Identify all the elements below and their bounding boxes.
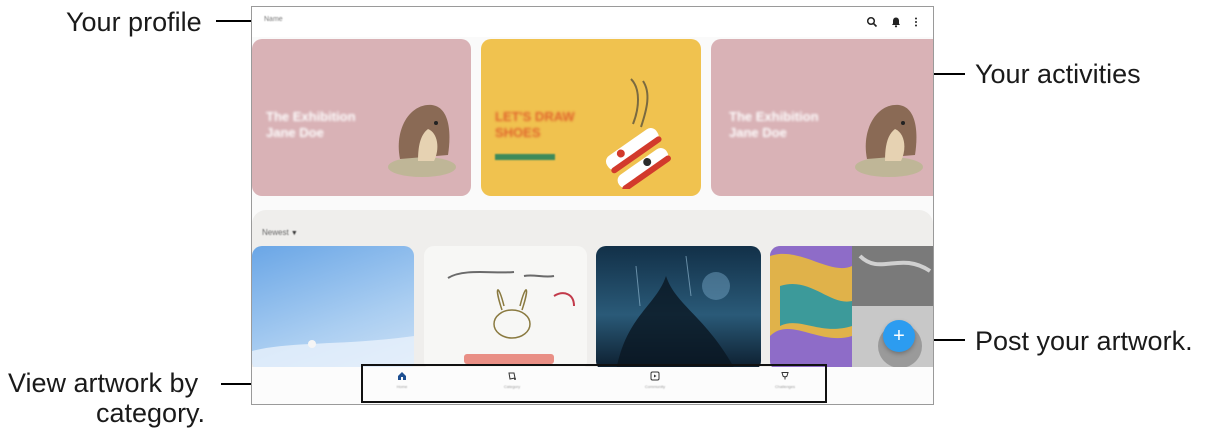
artwork-tile-sky[interactable] xyxy=(252,246,414,371)
caret-down-icon: ▼ xyxy=(290,230,298,237)
top-bar: Name xyxy=(252,7,933,37)
more-options-icon[interactable] xyxy=(910,15,922,27)
callout-post-artwork: Post your artwork. xyxy=(975,326,1193,356)
night-artwork xyxy=(616,255,736,371)
artwork-tile-night[interactable] xyxy=(596,246,761,371)
banner-title: The Exhibition Jane Doe xyxy=(266,109,356,140)
abstract-artwork xyxy=(770,246,933,371)
banner-button-bar xyxy=(495,154,555,160)
banner-draw-shoes[interactable]: LET'S DRAW SHOES xyxy=(481,39,701,196)
hedgehog-illustration xyxy=(855,104,923,177)
callout-view-artwork-line2: category. xyxy=(96,398,206,428)
birthday-artwork xyxy=(447,271,575,364)
banner-title: LET'S DRAW SHOES xyxy=(495,109,575,140)
banner-exhibition-left[interactable]: The Exhibition Jane Doe xyxy=(252,39,471,196)
profile-name[interactable]: Name xyxy=(264,16,283,23)
artwork-tile-abstract[interactable] xyxy=(770,246,933,371)
category-highlight-box xyxy=(361,364,827,403)
sky-artwork xyxy=(252,336,414,371)
search-icon[interactable] xyxy=(866,15,878,28)
shoes-illustration xyxy=(605,78,671,189)
sort-dropdown[interactable]: Newest ▼ xyxy=(262,228,298,237)
callout-your-profile: Your profile xyxy=(66,7,202,37)
app-screen: Name The Exhibition Jane Doe LET'S DRAW … xyxy=(251,6,934,405)
bell-icon[interactable] xyxy=(890,15,902,28)
artwork-tile-birthday[interactable] xyxy=(424,246,587,371)
sort-label: Newest xyxy=(262,228,289,237)
banner-exhibition-right[interactable]: The Exhibition Jane Doe xyxy=(711,39,933,196)
post-artwork-button[interactable]: + xyxy=(883,320,915,352)
banner-title: The Exhibition Jane Doe xyxy=(729,109,819,140)
hedgehog-illustration xyxy=(388,104,456,177)
callout-your-activities: Your activities xyxy=(975,59,1141,89)
callout-view-artwork-line1: View artwork by xyxy=(8,368,199,398)
